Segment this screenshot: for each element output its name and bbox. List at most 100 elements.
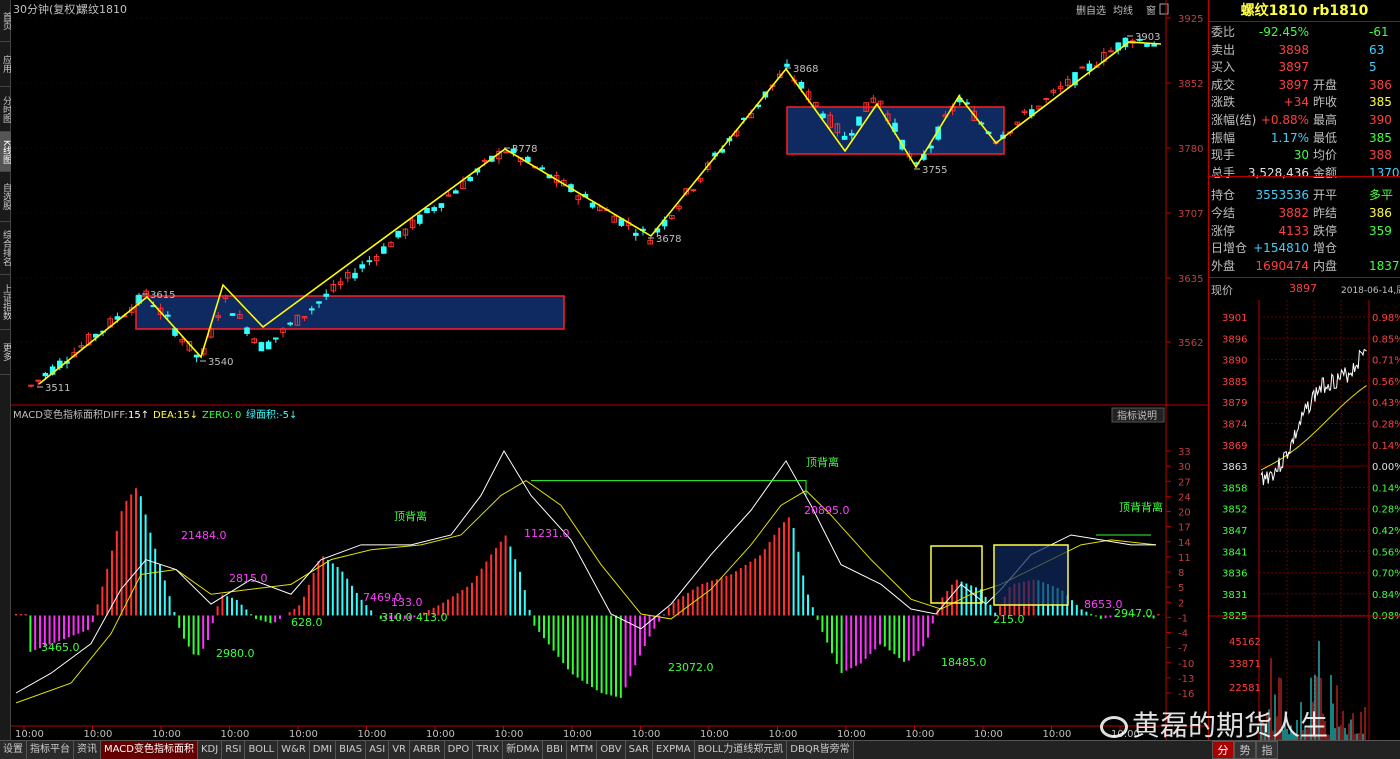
macd-axis-label: 20 bbox=[1178, 508, 1191, 519]
macd-annotation: 2815.0 bbox=[229, 572, 268, 585]
time-label: 10:00 bbox=[358, 729, 387, 740]
quote-value: 4133 bbox=[1278, 223, 1309, 238]
intraday-pct-label: 0.42% bbox=[1372, 526, 1400, 537]
macd-annotation: 11231.0 bbox=[524, 527, 570, 540]
tab-14[interactable]: TRIX bbox=[473, 741, 504, 759]
kline-chart-area[interactable]: 30分钟(复权) 螺纹1810 删自选 均线 窗 3925 3852 3780 370… bbox=[11, 0, 1208, 740]
tab-15[interactable]: 新DMA bbox=[503, 741, 544, 759]
tab-8[interactable]: DMI bbox=[309, 741, 337, 759]
tab-17[interactable]: MTM bbox=[566, 741, 598, 759]
candle-body bbox=[1086, 63, 1093, 71]
tab-11[interactable]: VR bbox=[389, 741, 411, 759]
intraday-price-label: 3858 bbox=[1222, 483, 1247, 494]
macd-axis-label: 11 bbox=[1178, 553, 1191, 564]
tab-19[interactable]: SAR bbox=[625, 741, 653, 759]
tab-0[interactable]: 设置 bbox=[0, 741, 27, 759]
quote-value: +0.88% bbox=[1260, 113, 1309, 127]
price-axis-label: 3707 bbox=[1178, 209, 1203, 220]
quote-label-2: 昨结 bbox=[1313, 206, 1338, 220]
macd-axis-label: -1 bbox=[1178, 613, 1188, 624]
tab-21[interactable]: BOLL力道线郑元凯 bbox=[694, 741, 788, 759]
indicator-help-label: 指标说明 bbox=[1117, 409, 1157, 422]
tab-13[interactable]: DPO bbox=[444, 741, 474, 759]
intraday-chart[interactable]: 3901 0.98% 3896 0.85% 3890 0.71% 3885 0.56% 3879… bbox=[1209, 300, 1400, 740]
tab-12[interactable]: ARBR bbox=[410, 741, 445, 759]
left-nav-item-5[interactable]: 综合排名 bbox=[0, 222, 11, 275]
left-nav-item-6[interactable]: 上证指数 bbox=[0, 275, 11, 330]
tab-22[interactable]: DBQR皆旁常 bbox=[787, 741, 854, 759]
quote-label-2: 最低 bbox=[1313, 130, 1338, 145]
time-label: 10:00 bbox=[289, 729, 318, 740]
time-label: 10:00 bbox=[152, 729, 181, 740]
left-nav-item-7[interactable]: 更多 bbox=[0, 330, 11, 375]
intraday-pct-label: 0.43% bbox=[1372, 398, 1400, 409]
candle-body bbox=[395, 230, 401, 238]
quote-value-2: 386 bbox=[1369, 206, 1392, 220]
intraday-pct-label: 0.28% bbox=[1372, 505, 1400, 516]
tab-4[interactable]: KDJ bbox=[197, 741, 223, 759]
quote-value: 30 bbox=[1293, 148, 1309, 163]
tab-5[interactable]: RSI bbox=[222, 741, 246, 759]
quote-value-2: 390 bbox=[1369, 113, 1392, 127]
tab-6[interactable]: BOLL bbox=[245, 741, 279, 759]
candle-body bbox=[273, 337, 279, 340]
intraday-price-label: 3879 bbox=[1222, 398, 1247, 409]
period-label: 30分钟(复权) bbox=[13, 2, 80, 16]
window-button[interactable]: 窗 bbox=[1146, 4, 1156, 17]
intraday-pct-label: 0.70% bbox=[1372, 569, 1400, 580]
quote-date: 2018-06-14,周 bbox=[1341, 286, 1400, 296]
intraday-pct-label: 0.56% bbox=[1372, 547, 1400, 558]
quote-value-2: 63 bbox=[1369, 42, 1385, 57]
left-nav-item-1[interactable]: 应用 bbox=[0, 42, 11, 87]
left-nav-item-4[interactable]: 自选股 bbox=[0, 172, 11, 222]
tab-16[interactable]: BBI bbox=[543, 741, 567, 759]
quote-row: 委比 -92.45% -61 bbox=[1209, 24, 1400, 41]
quote-value-2: 多平 bbox=[1369, 188, 1394, 203]
candle-body bbox=[841, 135, 848, 140]
candle-body bbox=[28, 384, 34, 387]
macd-title: MACD变色指标面积 bbox=[13, 408, 103, 421]
intraday-price-label: 3831 bbox=[1222, 590, 1247, 601]
quote-label: 持仓 bbox=[1211, 188, 1236, 203]
candle-body bbox=[928, 145, 934, 149]
zero-label: ZERO: bbox=[202, 410, 233, 421]
time-label: 10:00 bbox=[84, 729, 113, 740]
tab-18[interactable]: OBV bbox=[597, 741, 626, 759]
price-axis-label: 3635 bbox=[1178, 274, 1203, 285]
quote-value: +154810 bbox=[1253, 241, 1309, 256]
left-nav-item-2[interactable]: 分时图 bbox=[0, 87, 11, 132]
macd-axis-label: 5 bbox=[1178, 583, 1184, 594]
tab-7[interactable]: W&R bbox=[278, 741, 310, 759]
quote-panel: 螺纹1810 rb1810 委比 -92.45% -61 卖出 3898 63 买入 3897… bbox=[1208, 0, 1400, 740]
macd-annotation: 20895.0 bbox=[804, 504, 850, 517]
moving-average-button[interactable]: 均线 bbox=[1113, 4, 1133, 17]
quote-value-2: 359 bbox=[1369, 223, 1392, 238]
macd-axis-label: -13 bbox=[1178, 674, 1194, 685]
macd-axis-label: -4 bbox=[1178, 629, 1188, 640]
macd-annotation: 215.0 bbox=[993, 613, 1025, 626]
candle-body bbox=[35, 379, 41, 382]
watermark-text: 黄磊的期货人生 bbox=[1132, 709, 1329, 742]
price-axis-label: 3780 bbox=[1178, 144, 1203, 155]
candle-body bbox=[42, 373, 49, 377]
quote-value: -92.45% bbox=[1258, 25, 1309, 39]
macd-annotation: 628.0 bbox=[291, 616, 323, 629]
delete-watchlist-button[interactable]: 删自选 bbox=[1076, 4, 1106, 17]
macd-annotation: 21484.0 bbox=[181, 529, 227, 542]
quote-value: 3,528,436 bbox=[1247, 165, 1309, 180]
tab-2[interactable]: 资讯 bbox=[74, 741, 101, 759]
intraday-pct-label: 0.85% bbox=[1372, 334, 1400, 345]
tab-9[interactable]: BIAS bbox=[336, 741, 367, 759]
intraday-price-label: 3885 bbox=[1222, 377, 1247, 388]
tab-3[interactable]: MACD变色指标面积 bbox=[101, 741, 198, 759]
quote-value-2: 385 bbox=[1369, 130, 1392, 145]
time-label: 10:00 bbox=[769, 729, 798, 740]
quote-label: 涨幅(结) bbox=[1211, 113, 1257, 127]
green-area-label: 绿面积: bbox=[246, 408, 279, 421]
quote-label-2: 开平 bbox=[1313, 188, 1338, 203]
tab-10[interactable]: ASI bbox=[366, 741, 390, 759]
tab-1[interactable]: 指标平台 bbox=[27, 741, 74, 759]
left-nav-item-0[interactable]: 首页 bbox=[0, 0, 11, 42]
left-nav-item-3[interactable]: K线图 bbox=[0, 132, 11, 172]
tab-20[interactable]: EXPMA bbox=[652, 741, 695, 759]
